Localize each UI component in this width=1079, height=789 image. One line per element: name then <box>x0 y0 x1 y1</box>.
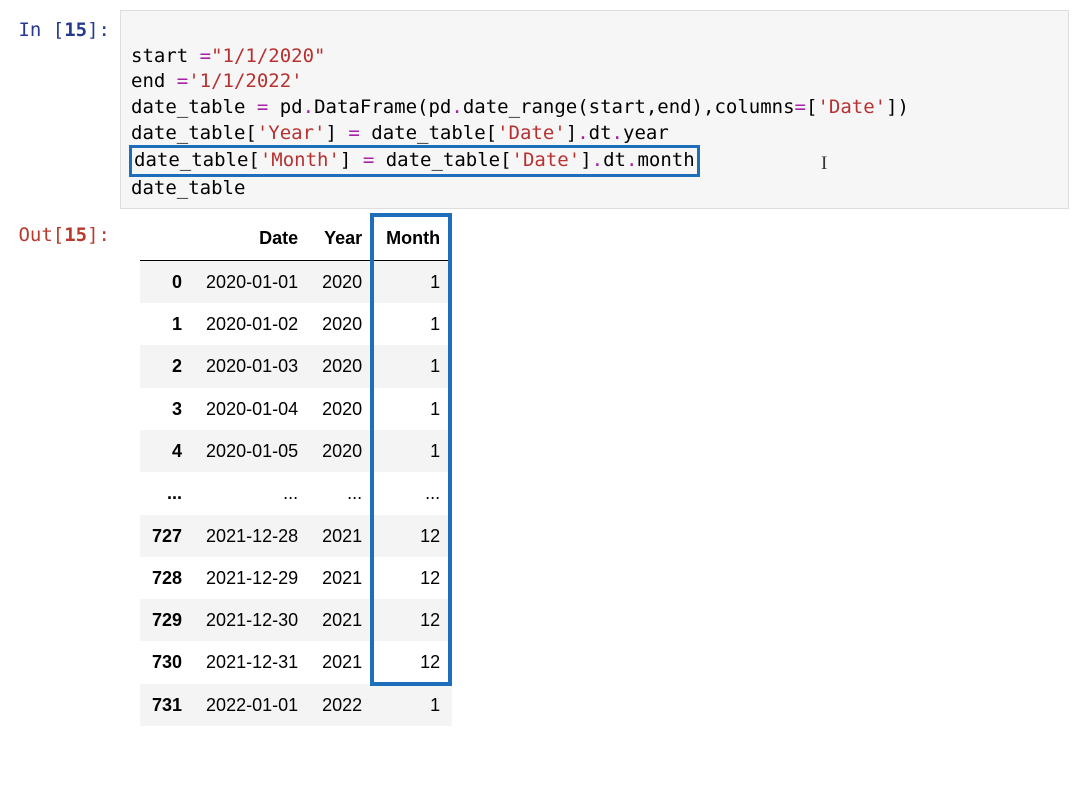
cell-year: 2020 <box>310 388 374 430</box>
prompt-out-prefix: Out[ <box>18 224 64 246</box>
table-row: 7282021-12-29202112 <box>140 557 452 599</box>
cell-month: 12 <box>374 515 452 557</box>
output-prompt: Out[15]: <box>10 215 120 249</box>
cell-year: 2021 <box>310 641 374 683</box>
row-index: 729 <box>140 599 194 641</box>
cell-year: 2022 <box>310 684 374 726</box>
cell-year: 2021 <box>310 599 374 641</box>
prompt-in-prefix: In [ <box>18 19 64 41</box>
text-cursor-icon: I <box>821 151 827 177</box>
col-year: Year <box>310 217 374 260</box>
row-index: 4 <box>140 430 194 472</box>
code-line-5-highlighted: date_table['Month'] = date_table['Date']… <box>131 149 698 171</box>
table-row: 12020-01-0220201 <box>140 303 452 345</box>
prompt-out-number: 15 <box>64 224 87 246</box>
cell-month: 1 <box>374 388 452 430</box>
row-index: 1 <box>140 303 194 345</box>
cell-year: 2020 <box>310 260 374 303</box>
cell-date: 2020-01-02 <box>194 303 310 345</box>
table-row: 22020-01-0320201 <box>140 345 452 387</box>
cell-month: 1 <box>374 430 452 472</box>
code-line-2: end ='1/1/2022' <box>131 70 303 92</box>
cell-year: 2021 <box>310 557 374 599</box>
prompt-in-suffix: ]: <box>87 19 110 41</box>
cell-month: 12 <box>374 599 452 641</box>
dataframe-table: Date Year Month 02020-01-012020112020-01… <box>140 217 452 726</box>
output-area: Date Year Month 02020-01-012020112020-01… <box>120 215 1069 733</box>
cell-date: 2022-01-01 <box>194 684 310 726</box>
row-index: 728 <box>140 557 194 599</box>
code-line-1: start ="1/1/2020" <box>131 45 325 67</box>
cell-year: 2020 <box>310 430 374 472</box>
cell-month: 12 <box>374 641 452 683</box>
row-index: 3 <box>140 388 194 430</box>
table-row: 7302021-12-31202112 <box>140 641 452 683</box>
cell-date: 2021-12-31 <box>194 641 310 683</box>
cell-year: 2021 <box>310 515 374 557</box>
cell-year: ... <box>310 472 374 514</box>
cell-date: 2021-12-28 <box>194 515 310 557</box>
code-line-highlight: date_table['Month'] = date_table['Date']… <box>129 145 700 177</box>
cell-date: 2020-01-05 <box>194 430 310 472</box>
table-row: 7272021-12-28202112 <box>140 515 452 557</box>
row-index: 2 <box>140 345 194 387</box>
cell-date: 2020-01-01 <box>194 260 310 303</box>
cell-date: 2020-01-03 <box>194 345 310 387</box>
code-line-4: date_table['Year'] = date_table['Date'].… <box>131 122 669 144</box>
table-row: 7292021-12-30202112 <box>140 599 452 641</box>
output-cell: Out[15]: Date Year Month 02020-01-012020… <box>10 215 1069 733</box>
cell-year: 2020 <box>310 345 374 387</box>
table-row: 42020-01-0520201 <box>140 430 452 472</box>
cell-date: ... <box>194 472 310 514</box>
row-index: 731 <box>140 684 194 726</box>
row-index: 0 <box>140 260 194 303</box>
row-index: 727 <box>140 515 194 557</box>
cell-month: 1 <box>374 684 452 726</box>
cell-month: 1 <box>374 345 452 387</box>
input-cell: In [15]: start ="1/1/2020" end ='1/1/202… <box>10 10 1069 209</box>
cell-month: 12 <box>374 557 452 599</box>
cell-year: 2020 <box>310 303 374 345</box>
table-row: 32020-01-0420201 <box>140 388 452 430</box>
table-row: 02020-01-0120201 <box>140 260 452 303</box>
col-index <box>140 217 194 260</box>
code-line-6: date_table <box>131 177 245 199</box>
input-prompt: In [15]: <box>10 10 120 44</box>
dataframe-wrap: Date Year Month 02020-01-012020112020-01… <box>140 217 452 726</box>
table-row: 7312022-01-0120221 <box>140 684 452 726</box>
table-row: ............ <box>140 472 452 514</box>
prompt-in-number: 15 <box>64 19 87 41</box>
code-line-3: date_table = pd.DataFrame(pd.date_range(… <box>131 96 909 118</box>
code-input[interactable]: start ="1/1/2020" end ='1/1/2022' date_t… <box>120 10 1069 209</box>
cell-month: ... <box>374 472 452 514</box>
cell-date: 2021-12-29 <box>194 557 310 599</box>
prompt-out-suffix: ]: <box>87 224 110 246</box>
col-month: Month <box>374 217 452 260</box>
row-index: ... <box>140 472 194 514</box>
cell-date: 2020-01-04 <box>194 388 310 430</box>
cell-date: 2021-12-30 <box>194 599 310 641</box>
cell-month: 1 <box>374 303 452 345</box>
col-date: Date <box>194 217 310 260</box>
cell-month: 1 <box>374 260 452 303</box>
row-index: 730 <box>140 641 194 683</box>
